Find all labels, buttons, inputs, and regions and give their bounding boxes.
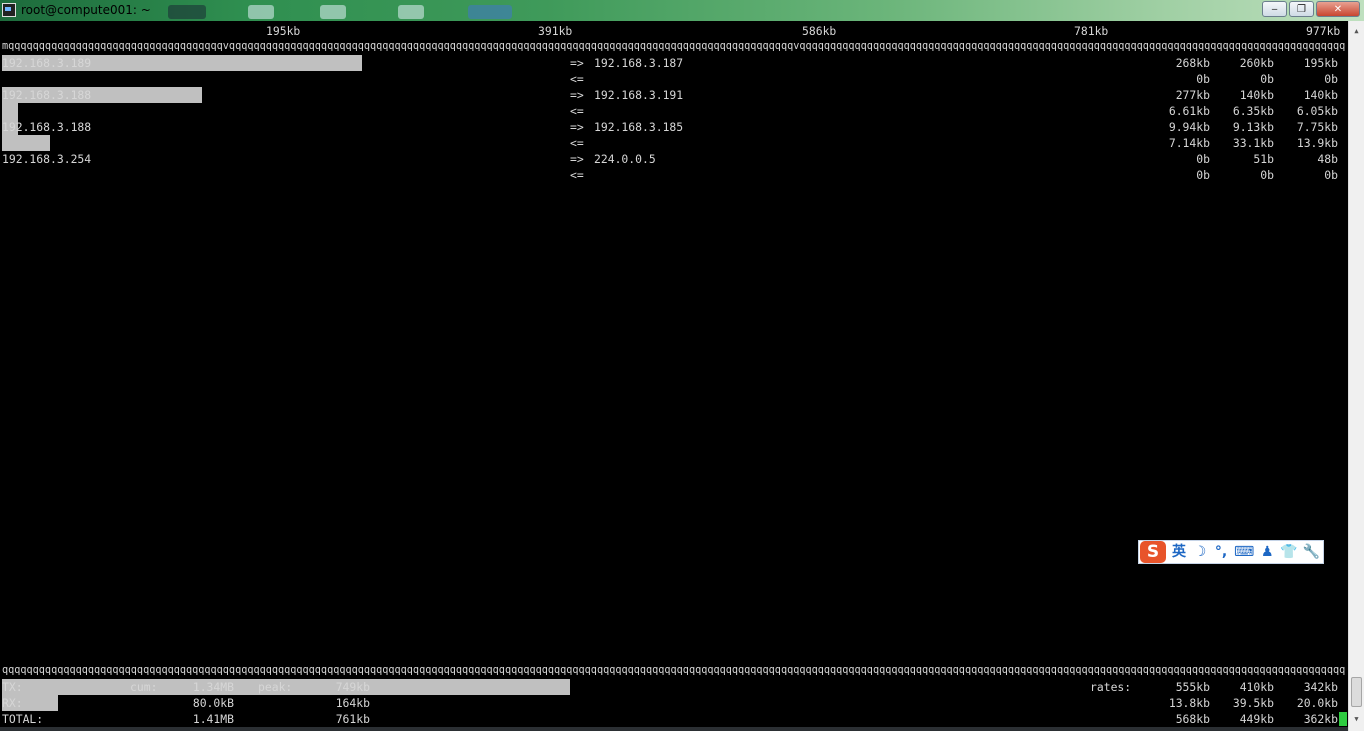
background-blur bbox=[398, 5, 424, 19]
bandwidth-bar bbox=[2, 135, 50, 151]
language-mode-icon[interactable]: 英 bbox=[1171, 542, 1187, 562]
rates-label: rates: bbox=[1090, 680, 1132, 694]
rx-rate-10s: 39.5kb bbox=[1232, 696, 1274, 710]
flow-rate-2s: 0b bbox=[1196, 152, 1210, 166]
flow-remote-host: 192.168.3.185 bbox=[594, 120, 684, 134]
flow-rate-40s: 140kb bbox=[1303, 88, 1338, 102]
moon-icon[interactable]: ☽ bbox=[1192, 542, 1208, 562]
flow-rate-40s: 0b bbox=[1324, 72, 1338, 86]
tx-label: TX: bbox=[2, 680, 23, 694]
total-rate-2s: 568kb bbox=[1175, 712, 1210, 726]
total-cum: 1.41MB bbox=[192, 712, 234, 726]
flow-remote-host: 224.0.0.5 bbox=[594, 152, 656, 166]
flow-rate-40s: 7.75kb bbox=[1296, 120, 1338, 134]
flow-rate-10s: 260kb bbox=[1239, 56, 1274, 70]
window-bottom-edge bbox=[0, 727, 1348, 731]
skin-icon[interactable]: 👕 bbox=[1280, 542, 1297, 562]
flow-rate-40s: 0b bbox=[1324, 168, 1338, 182]
flow-rate-10s: 6.35kb bbox=[1232, 104, 1274, 118]
flow-rate-10s: 51b bbox=[1253, 152, 1274, 166]
total-label: TOTAL: bbox=[2, 712, 44, 726]
flow-rate-2s: 6.61kb bbox=[1168, 104, 1210, 118]
tx-cum: 1.34MB bbox=[192, 680, 234, 694]
flow-rate-10s: 140kb bbox=[1239, 88, 1274, 102]
flow-rate-10s: 9.13kb bbox=[1232, 120, 1274, 134]
flow-rate-10s: 33.1kb bbox=[1232, 136, 1274, 150]
flow-rate-40s: 6.05kb bbox=[1296, 104, 1338, 118]
keyboard-icon[interactable]: ⌨ bbox=[1234, 542, 1254, 562]
flow-direction: <= bbox=[570, 72, 584, 86]
flow-rate-10s: 0b bbox=[1260, 72, 1274, 86]
rx-rate-2s: 13.8kb bbox=[1168, 696, 1210, 710]
flow-rate-2s: 0b bbox=[1196, 168, 1210, 182]
scale-rule: mqqqqqqqqqqqqqqqqqqqqqqqqqqqqqqqqqqqvqqq… bbox=[2, 41, 1346, 52]
tx-rate-10s: 410kb bbox=[1239, 680, 1274, 694]
flow-rate-40s: 48b bbox=[1317, 152, 1338, 166]
rx-rate-40s: 20.0kb bbox=[1296, 696, 1338, 710]
flow-rate-2s: 7.14kb bbox=[1168, 136, 1210, 150]
background-blur bbox=[168, 5, 206, 19]
wrench-icon[interactable]: 🔧 bbox=[1303, 542, 1320, 562]
total-peak: 761kb bbox=[335, 712, 370, 726]
rx-cum: 80.0kB bbox=[192, 696, 234, 710]
flow-direction: <= bbox=[570, 136, 584, 150]
vertical-scrollbar[interactable]: ▲ ▼ bbox=[1348, 21, 1364, 731]
flow-rate-2s: 268kb bbox=[1175, 56, 1210, 70]
scale-mark: 195kb bbox=[266, 24, 301, 38]
scale-mark: 586kb bbox=[802, 24, 837, 38]
scroll-down-arrow-icon[interactable]: ▼ bbox=[1349, 711, 1364, 727]
background-blur bbox=[320, 5, 346, 19]
rx-label: RX: bbox=[2, 696, 23, 710]
terminal-cursor bbox=[1339, 712, 1347, 726]
scale-mark: 781kb bbox=[1074, 24, 1109, 38]
scroll-up-arrow-icon[interactable]: ▲ bbox=[1349, 23, 1364, 39]
scale-mark: 977kb bbox=[1306, 24, 1341, 38]
flow-direction: => bbox=[570, 120, 584, 134]
user-icon[interactable]: ♟ bbox=[1259, 542, 1275, 562]
flow-rate-10s: 0b bbox=[1260, 168, 1274, 182]
minimize-button[interactable]: ‒ bbox=[1262, 1, 1287, 17]
flow-rate-2s: 277kb bbox=[1175, 88, 1210, 102]
flow-local-host: 192.168.3.188 bbox=[2, 88, 92, 102]
scale-mark: 391kb bbox=[538, 24, 573, 38]
rx-peak: 164kb bbox=[335, 696, 370, 710]
flow-direction: <= bbox=[570, 104, 584, 118]
background-blur bbox=[468, 5, 512, 19]
flow-rate-2s: 0b bbox=[1196, 72, 1210, 86]
flow-direction: => bbox=[570, 88, 584, 102]
putty-icon[interactable] bbox=[2, 3, 16, 17]
total-rate-40s: 362kb bbox=[1303, 712, 1338, 726]
flow-direction: => bbox=[570, 152, 584, 166]
close-button[interactable]: ✕ bbox=[1316, 1, 1360, 17]
tx-rate-2s: 555kb bbox=[1175, 680, 1210, 694]
tx-rate-40s: 342kb bbox=[1303, 680, 1338, 694]
window-title: root@compute001: ~ bbox=[21, 3, 151, 17]
tx-peak: 749kb bbox=[335, 680, 370, 694]
flow-local-host: 192.168.3.254 bbox=[2, 152, 92, 166]
flow-direction: => bbox=[570, 56, 584, 70]
flow-direction: <= bbox=[570, 168, 584, 182]
peak-label: peak: bbox=[258, 680, 293, 694]
flow-rate-40s: 13.9kb bbox=[1296, 136, 1338, 150]
summary-rule: qqqqqqqqqqqqqqqqqqqqqqqqqqqqqqqqqqqqqqqq… bbox=[2, 665, 1346, 676]
title-bar[interactable]: root@compute001: ~ ‒ ❐ ✕ bbox=[0, 0, 1364, 21]
cum-label: cum: bbox=[130, 680, 158, 694]
flow-remote-host: 192.168.3.187 bbox=[594, 56, 684, 70]
scrollbar-thumb[interactable] bbox=[1351, 677, 1362, 707]
background-blur bbox=[248, 5, 274, 19]
bandwidth-bar bbox=[2, 103, 18, 119]
punctuation-icon[interactable]: °, bbox=[1213, 542, 1229, 562]
flow-rate-40s: 195kb bbox=[1303, 56, 1338, 70]
total-rate-10s: 449kb bbox=[1239, 712, 1274, 726]
sogou-logo-icon[interactable]: S bbox=[1140, 541, 1166, 563]
flow-local-host: 192.168.3.188 bbox=[2, 120, 92, 134]
maximize-button[interactable]: ❐ bbox=[1289, 1, 1314, 17]
ime-toolbar[interactable]: S 英 ☽ °, ⌨ ♟ 👕 🔧 bbox=[1138, 540, 1324, 564]
flow-rate-2s: 9.94kb bbox=[1168, 120, 1210, 134]
flow-local-host: 192.168.3.189 bbox=[2, 56, 92, 70]
flow-remote-host: 192.168.3.191 bbox=[594, 88, 684, 102]
